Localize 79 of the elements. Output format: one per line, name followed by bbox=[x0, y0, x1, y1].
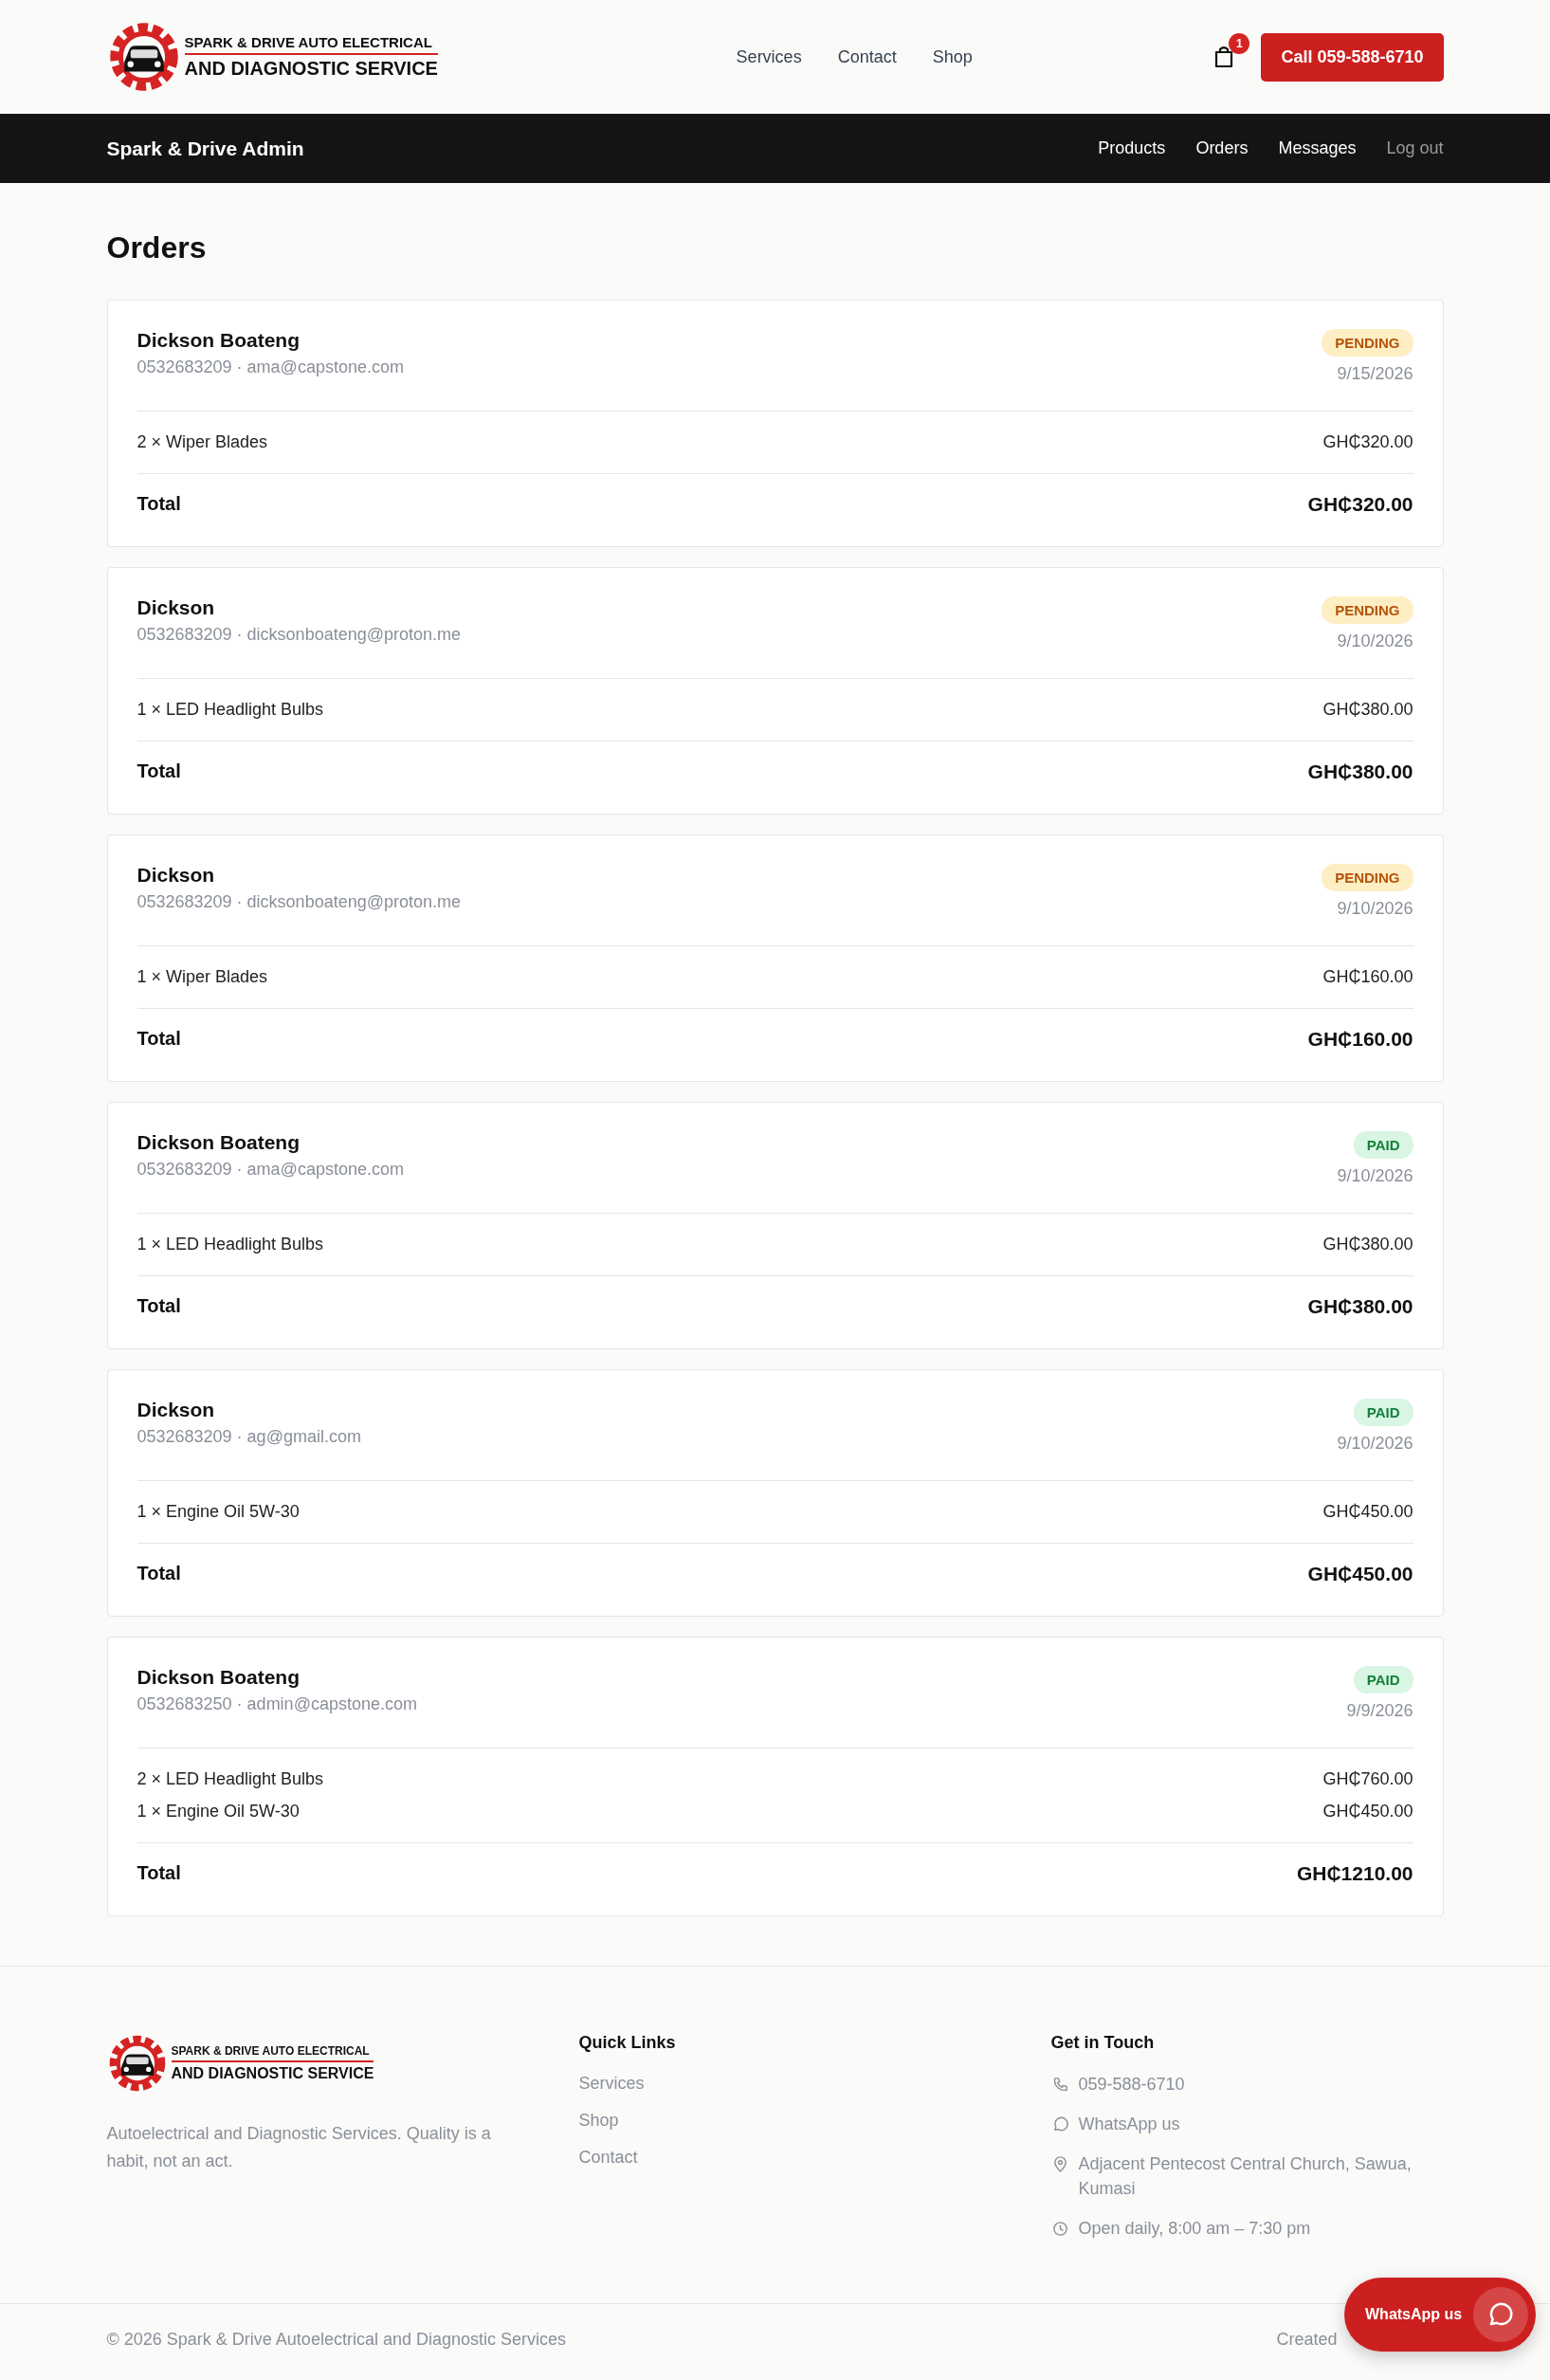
customer-contact: 0532683209 · dicksonboateng@proton.me bbox=[137, 892, 462, 912]
contact-info: 059-588-6710 bbox=[1078, 2074, 1186, 2096]
contact-info: Open daily, 8:00 am – 7:30 pm bbox=[1078, 2218, 1312, 2240]
customer-name: Dickson bbox=[137, 864, 216, 887]
copyright: © 2026 Spark & Drive Autoelectrical and Diagnostic Services bbox=[106, 2330, 566, 2350]
customer-contact: 0532683209 · ama@capstone.com bbox=[137, 1160, 404, 1180]
order-date: 9/10/2026 bbox=[1337, 632, 1413, 651]
admin-nav-link[interactable]: Products bbox=[1098, 138, 1166, 158]
logo[interactable]: SPARK & DRIVE AUTO ELECTRICAL AND DIAGNOSTIC SERVICE bbox=[106, 20, 438, 94]
status-badge: PAID bbox=[1353, 1399, 1413, 1426]
total-amount: GH₵160.00 bbox=[1307, 1028, 1413, 1051]
page-title: Orders bbox=[106, 230, 208, 265]
logo-text-bottom: AND DIAGNOSTIC SERVICE bbox=[171, 2064, 374, 2082]
total-label: Total bbox=[137, 1563, 181, 1585]
total-label: Total bbox=[137, 1862, 181, 1885]
order-date: 9/10/2026 bbox=[1337, 1166, 1413, 1186]
item-price: GH₵160.00 bbox=[1322, 967, 1413, 987]
total-amount: GH₵1210.00 bbox=[1296, 1862, 1413, 1885]
item-price: GH₵450.00 bbox=[1322, 1502, 1413, 1522]
cart-count-badge: 1 bbox=[1229, 33, 1250, 54]
item-price: GH₵320.00 bbox=[1322, 432, 1413, 452]
status-badge: PENDING bbox=[1322, 329, 1413, 357]
nav-link[interactable]: Shop bbox=[932, 46, 973, 67]
total-label: Total bbox=[137, 760, 181, 783]
total-amount: GH₵380.00 bbox=[1307, 760, 1413, 783]
customer-name: Dickson bbox=[137, 1399, 216, 1421]
admin-nav-link[interactable]: Log out bbox=[1386, 138, 1444, 158]
total-label: Total bbox=[137, 1028, 181, 1051]
status-badge: PAID bbox=[1353, 1131, 1413, 1159]
footer-tagline: Autoelectrical and Diagnostic Services. Quality is a habit, not an act. bbox=[106, 2123, 492, 2172]
total-label: Total bbox=[137, 1295, 181, 1318]
item-description: 1 × LED Headlight Bulbs bbox=[137, 1235, 324, 1254]
status-badge: PENDING bbox=[1322, 864, 1413, 891]
call-button[interactable]: Call 059-588-6710 bbox=[1261, 32, 1444, 82]
status-badge: PENDING bbox=[1322, 596, 1413, 624]
total-label: Total bbox=[137, 493, 181, 516]
footer-logo[interactable]: SPARK & DRIVE AUTO ELECTRICAL AND DIAGNOSTIC SERVICE bbox=[106, 2033, 579, 2094]
order-date: 9/9/2026 bbox=[1346, 1701, 1413, 1721]
customer-name: Dickson bbox=[137, 596, 216, 619]
item-description: 2 × LED Headlight Bulbs bbox=[137, 1769, 324, 1789]
item-price: GH₵760.00 bbox=[1322, 1769, 1413, 1789]
nav-link[interactable]: Services bbox=[736, 46, 802, 67]
contact-info: WhatsApp us bbox=[1078, 2114, 1181, 2135]
contact-heading: Get in Touch bbox=[1050, 2033, 1156, 2053]
customer-contact: 0532683209 · ag@gmail.com bbox=[137, 1427, 361, 1447]
total-amount: GH₵320.00 bbox=[1307, 493, 1413, 516]
item-description: 2 × Wiper Blades bbox=[137, 432, 268, 452]
status-badge: PAID bbox=[1353, 1666, 1413, 1693]
item-description: 1 × Engine Oil 5W-30 bbox=[137, 1802, 300, 1822]
customer-contact: 0532683209 · ama@capstone.com bbox=[137, 357, 404, 377]
clock-icon bbox=[1050, 2220, 1069, 2238]
credit-text: Created bbox=[1276, 2330, 1338, 2350]
logo-text-top: SPARK & DRIVE AUTO ELECTRICAL bbox=[184, 34, 438, 55]
item-description: 1 × LED Headlight Bulbs bbox=[137, 700, 324, 720]
logo-text-bottom: AND DIAGNOSTIC SERVICE bbox=[184, 57, 438, 80]
contact-info: Adjacent Pentecost Central Church, Sawua, Kumasi bbox=[1078, 2153, 1413, 2200]
item-price: GH₵380.00 bbox=[1322, 1235, 1413, 1254]
admin-title: Spark & Drive Admin bbox=[106, 137, 304, 160]
logo-text-top: SPARK & DRIVE AUTO ELECTRICAL bbox=[171, 2044, 374, 2062]
customer-contact: 0532683209 · dicksonboateng@proton.me bbox=[137, 625, 462, 645]
customer-name: Dickson Boateng bbox=[137, 329, 301, 352]
customer-name: Dickson Boateng bbox=[137, 1666, 301, 1689]
nav-link[interactable]: Contact bbox=[837, 46, 897, 67]
item-description: 1 × Wiper Blades bbox=[137, 967, 268, 987]
admin-nav-link[interactable]: Orders bbox=[1195, 138, 1249, 158]
whatsapp-button[interactable]: WhatsApp us bbox=[1344, 2278, 1537, 2352]
total-amount: GH₵450.00 bbox=[1307, 1563, 1413, 1585]
total-amount: GH₵380.00 bbox=[1307, 1295, 1413, 1318]
order-date: 9/10/2026 bbox=[1337, 899, 1413, 919]
order-date: 9/15/2026 bbox=[1337, 364, 1413, 384]
item-price: GH₵380.00 bbox=[1322, 700, 1413, 720]
shopping-bag-icon[interactable] bbox=[1213, 45, 1235, 69]
item-price: GH₵450.00 bbox=[1322, 1802, 1413, 1822]
admin-nav-link[interactable]: Messages bbox=[1278, 138, 1357, 158]
quick-links-heading: Quick Links bbox=[578, 2033, 677, 2053]
customer-contact: 0532683250 · admin@capstone.com bbox=[137, 1694, 417, 1714]
item-description: 1 × Engine Oil 5W-30 bbox=[137, 1502, 300, 1522]
customer-name: Dickson Boateng bbox=[137, 1131, 301, 1154]
order-date: 9/10/2026 bbox=[1337, 1434, 1413, 1454]
